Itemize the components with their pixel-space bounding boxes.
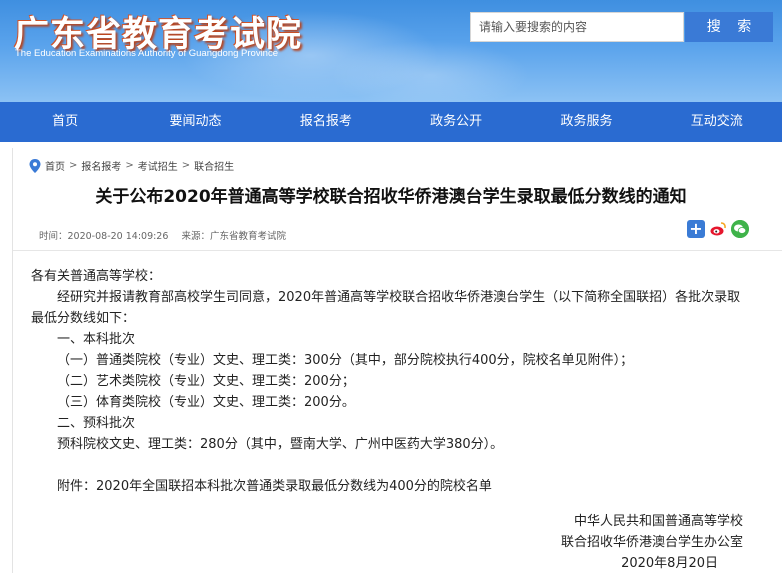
search-button[interactable]: 搜 索 (685, 12, 773, 42)
breadcrumb-joint-admission[interactable]: 联合招生 (194, 158, 234, 173)
breadcrumb-home[interactable]: 首页 (45, 158, 65, 173)
location-pin-icon (29, 158, 41, 173)
breadcrumb: 首页 > 报名报考 > 考试招生 > 联合招生 (29, 158, 234, 173)
signature-line-2: 联合招收华侨港澳台学生办公室 (560, 535, 743, 550)
nav-item-interaction[interactable]: 互动交流 (652, 102, 782, 142)
paragraph-intro: 经研究并报请教育部高校学生司同意，2020年普通高等学校联合招收华侨港澳台学生（… (57, 290, 741, 305)
article-container: 首页 > 报名报考 > 考试招生 > 联合招生 关于公布2020年普通高等学校联… (12, 148, 782, 573)
wechat-icon[interactable] (731, 220, 749, 238)
list-item: （三）体育类院校（专业）文史、理工类：200分。 (57, 395, 355, 410)
breadcrumb-separator: > (181, 160, 191, 171)
list-item: （一）普通类院校（专业）文史、理工类：300分（其中，部分院校执行400分，院校… (57, 353, 634, 368)
site-header: 广东省教育考试院 The Education Examinations Auth… (0, 0, 782, 102)
signature-line-1: 中华人民共和国普通高等学校 (573, 514, 743, 529)
salutation: 各有关普通高等学校： (31, 269, 162, 284)
nav-item-news[interactable]: 要闻动态 (130, 102, 260, 142)
article-title: 关于公布2020年普通高等学校联合招收华侨港澳台学生录取最低分数线的通知 (95, 187, 687, 207)
breadcrumb-exam-admission[interactable]: 考试招生 (138, 158, 178, 173)
nav-item-registration[interactable]: 报名报考 (261, 102, 391, 142)
header-background-highlight (330, 40, 530, 102)
search-input[interactable]: 请输入要搜索的内容 (470, 12, 684, 42)
signature-date: 2020年8月20日 (621, 556, 718, 571)
paragraph-intro-continued: 最低分数线如下： (31, 311, 136, 326)
article-meta: 时间：2020-08-20 14:09:26 来源：广东省教育考试院 (39, 228, 286, 242)
main-nav: 首页 要闻动态 报名报考 政务公开 政务服务 互动交流 (0, 102, 782, 142)
list-item: 预科院校文史、理工类：280分（其中，暨南大学、广州中医药大学380分）。 (57, 437, 504, 452)
attachment-link[interactable]: 附件：2020年全国联招本科批次普通类录取最低分数线为400分的院校名单 (31, 476, 773, 497)
share-bar: + (687, 220, 753, 238)
nav-item-government-affairs[interactable]: 政务公开 (391, 102, 521, 142)
nav-item-home[interactable]: 首页 (0, 102, 130, 142)
breadcrumb-separator: > (125, 160, 134, 171)
breadcrumb-registration[interactable]: 报名报考 (81, 158, 121, 173)
nav-item-government-services[interactable]: 政务服务 (521, 102, 651, 142)
breadcrumb-separator: > (69, 160, 78, 171)
publish-time: 时间：2020-08-20 14:09:26 (39, 231, 169, 242)
divider (13, 250, 782, 251)
share-plus-icon[interactable]: + (687, 220, 705, 238)
section-heading: 一、本科批次 (57, 332, 136, 347)
site-logo-english: The Education Examinations Authority of … (15, 48, 278, 59)
section-heading: 二、预科批次 (57, 416, 136, 431)
list-item: （二）艺术类院校（专业）文史、理工类：200分； (57, 374, 355, 389)
article-source: 来源：广东省教育考试院 (181, 231, 286, 242)
weibo-icon[interactable] (709, 220, 727, 238)
article-body: 各有关普通高等学校： 经研究并报请教育部高校学生司同意，2020年普通高等学校联… (31, 266, 773, 497)
